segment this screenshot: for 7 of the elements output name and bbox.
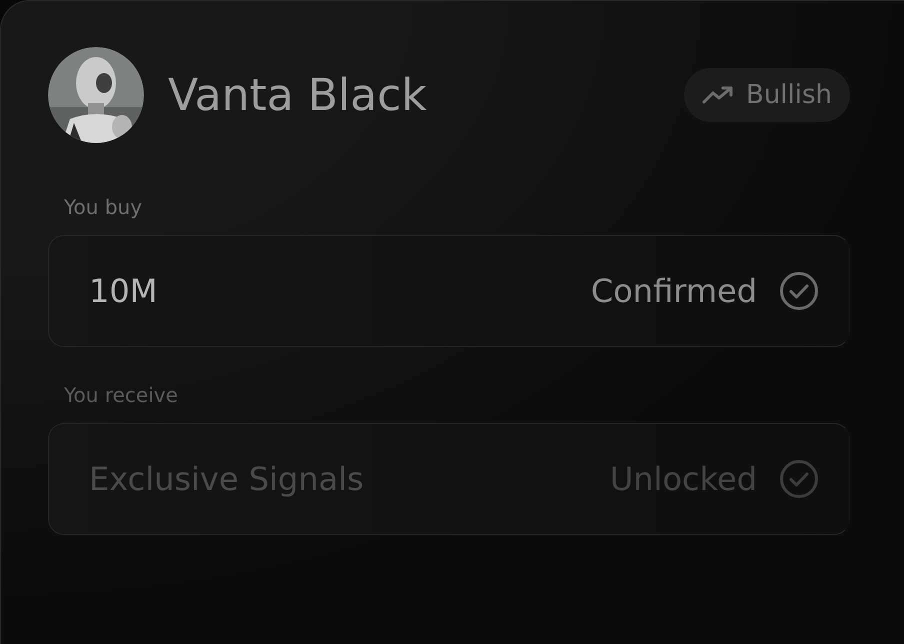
field-value: 10M <box>89 272 158 310</box>
status-text: Confirmed <box>590 272 757 310</box>
field-label: You buy <box>63 195 144 219</box>
profile-name: Vanta Black <box>168 70 428 120</box>
trend-up-icon <box>702 85 734 105</box>
field-label: You receive <box>63 383 179 407</box>
badge-label: Bullish <box>746 80 832 110</box>
